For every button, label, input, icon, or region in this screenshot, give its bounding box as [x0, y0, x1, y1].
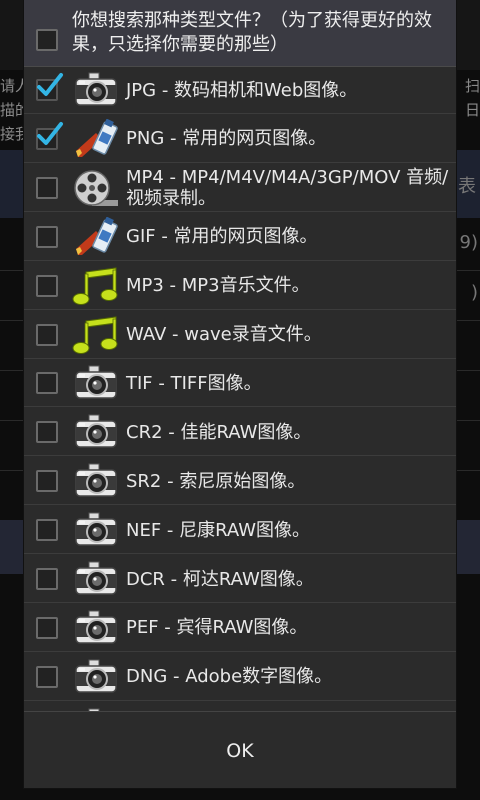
checkbox-unchecked[interactable]: [36, 568, 58, 590]
file-type-label: TIF - TIFF图像。: [126, 372, 262, 394]
checkbox-checked[interactable]: [36, 121, 63, 150]
background-text-right: 扫 日: [465, 74, 480, 122]
background-line: 扫: [464, 77, 480, 95]
camera-icon: [72, 510, 120, 550]
film-reel-icon: [72, 168, 120, 208]
file-type-label: NEF - 尼康RAW图像。: [126, 519, 311, 541]
camera-icon: [72, 363, 120, 403]
checkbox-unchecked[interactable]: [36, 616, 58, 639]
checkbox-unchecked[interactable]: [36, 274, 58, 297]
background-row-fragment: ): [470, 282, 478, 303]
file-type-dialog: 你想搜索那种类型文件？（为了获得更好的效果，只选择你需要的那些） JPG - 数…: [24, 0, 456, 788]
checkbox-unchecked[interactable]: [36, 176, 58, 199]
file-type-label: WAV - wave录音文件。: [126, 324, 322, 345]
file-type-label: MP4 - MP4/M4V/M4A/3GP/MOV 音频/视频录制。: [126, 166, 449, 209]
file-type-item[interactable]: PNG - 常用的网页图像。: [24, 115, 456, 163]
paint-tube-icon: [72, 118, 120, 159]
file-type-item[interactable]: MP4 - MP4/M4V/M4A/3GP/MOV 音频/视频录制。: [24, 164, 456, 212]
file-type-item[interactable]: PEF - 宾得RAW图像。: [24, 604, 456, 652]
music-note-icon: [72, 315, 120, 355]
camera-icon: [72, 559, 120, 599]
file-type-label: GIF - 常用的网页图像。: [126, 226, 318, 248]
checkbox-unchecked[interactable]: [36, 225, 58, 248]
file-type-item[interactable]: WAV - wave录音文件。: [24, 311, 456, 359]
background-line: 日: [464, 101, 480, 119]
file-type-item[interactable]: MP3 - MP3音乐文件。: [24, 262, 456, 310]
file-type-item-partial[interactable]: [24, 702, 456, 711]
checkbox-unchecked[interactable]: [36, 470, 58, 493]
camera-icon: [72, 412, 120, 452]
dialog-footer: OK: [24, 711, 456, 789]
file-type-item[interactable]: NEF - 尼康RAW图像。: [24, 506, 456, 555]
file-type-label: SR2 - 索尼原始图像。: [126, 470, 306, 492]
select-all-checkbox[interactable]: [36, 29, 58, 51]
file-type-item[interactable]: DNG - Adobe数字图像。: [24, 653, 456, 701]
file-type-label: DNG - Adobe数字图像。: [126, 666, 333, 688]
file-type-list[interactable]: JPG - 数码相机和Web图像。 PNG - 常用的网页图像。 MP4 - M…: [24, 66, 456, 711]
ok-button[interactable]: OK: [24, 712, 456, 789]
file-type-label: DCR - 柯达RAW图像。: [126, 568, 314, 590]
file-type-label: MP3 - MP3音乐文件。: [126, 275, 310, 297]
music-note-icon: [72, 266, 120, 306]
checkbox-unchecked[interactable]: [36, 372, 58, 395]
camera-icon: [72, 608, 120, 648]
file-type-item[interactable]: JPG - 数码相机和Web图像。: [24, 66, 456, 114]
background-tab-hint: 表: [458, 176, 476, 197]
dialog-header: 你想搜索那种类型文件？（为了获得更好的效果，只选择你需要的那些）: [24, 0, 456, 67]
camera-icon: [72, 70, 120, 110]
paint-tube-icon: [72, 216, 120, 257]
checkbox-checked[interactable]: [36, 73, 63, 101]
file-type-item[interactable]: CR2 - 佳能RAW图像。: [24, 408, 456, 457]
camera-icon: [72, 461, 120, 501]
checkbox-unchecked[interactable]: [36, 421, 58, 444]
dialog-title: 你想搜索那种类型文件？（为了获得更好的效果，只选择你需要的那些）: [72, 10, 432, 55]
file-type-label: CR2 - 佳能RAW图像。: [126, 421, 312, 443]
file-type-item[interactable]: GIF - 常用的网页图像。: [24, 213, 456, 261]
file-type-item[interactable]: SR2 - 索尼原始图像。: [24, 457, 456, 506]
checkbox-unchecked[interactable]: [36, 519, 58, 542]
camera-icon: [72, 657, 120, 697]
file-type-label: JPG - 数码相机和Web图像。: [126, 79, 358, 101]
file-type-label: PEF - 宾得RAW图像。: [126, 617, 308, 639]
checkbox-unchecked[interactable]: [36, 665, 58, 688]
file-type-item[interactable]: DCR - 柯达RAW图像。: [24, 555, 456, 603]
checkbox-unchecked[interactable]: [36, 323, 58, 346]
file-type-label: PNG - 常用的网页图像。: [126, 128, 327, 150]
file-type-item[interactable]: TIF - TIFF图像。: [24, 359, 456, 408]
background-row-fragment: 9): [459, 232, 478, 253]
